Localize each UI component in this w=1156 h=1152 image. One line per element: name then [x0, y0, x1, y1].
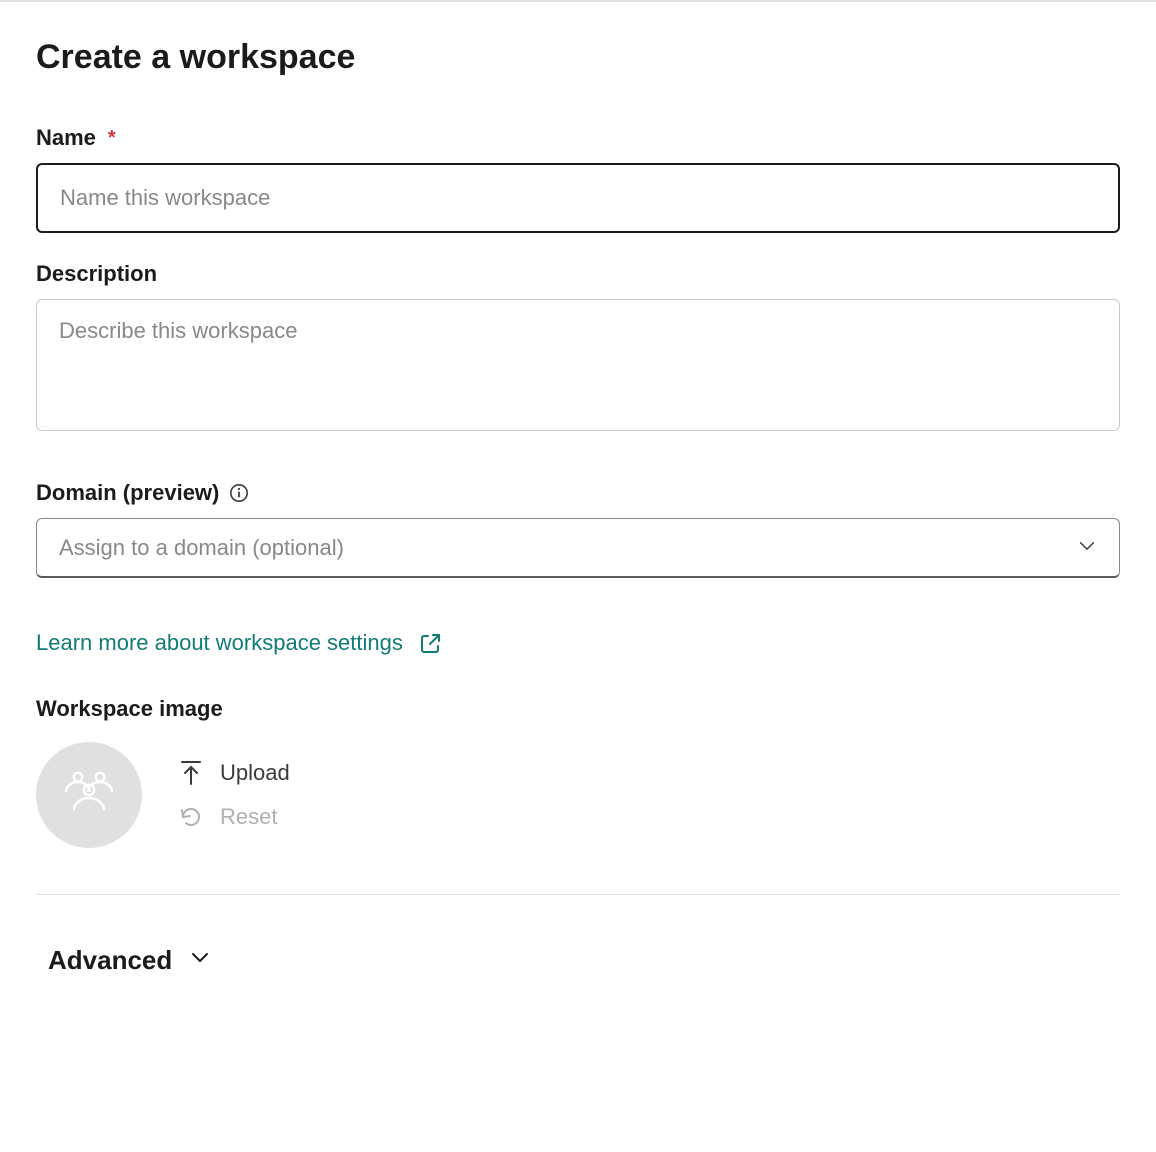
- domain-label-text: Domain (preview): [36, 480, 219, 506]
- learn-more-text: Learn more about workspace settings: [36, 630, 403, 656]
- name-input[interactable]: [36, 163, 1120, 233]
- upload-button[interactable]: Upload: [178, 760, 290, 786]
- reset-button: Reset: [178, 804, 290, 830]
- domain-label: Domain (preview): [36, 480, 1120, 506]
- page-title: Create a workspace: [36, 38, 1120, 77]
- people-icon: [60, 770, 118, 821]
- upload-label: Upload: [220, 760, 290, 786]
- external-link-icon: [419, 631, 443, 655]
- image-actions: Upload Reset: [178, 760, 290, 830]
- description-label-text: Description: [36, 261, 157, 287]
- advanced-label: Advanced: [48, 945, 172, 976]
- learn-more-link[interactable]: Learn more about workspace settings: [36, 630, 443, 656]
- required-indicator: *: [108, 127, 116, 150]
- reset-label: Reset: [220, 804, 277, 830]
- description-input[interactable]: [36, 299, 1120, 431]
- description-field-group: Description: [36, 261, 1120, 436]
- info-icon[interactable]: [229, 483, 249, 503]
- reset-icon: [178, 805, 204, 829]
- name-label-text: Name: [36, 125, 96, 151]
- advanced-toggle[interactable]: Advanced: [42, 941, 218, 980]
- domain-select[interactable]: Assign to a domain (optional): [36, 518, 1120, 578]
- workspace-image-section: Upload Reset: [36, 742, 1120, 848]
- name-label: Name *: [36, 125, 1120, 151]
- domain-placeholder: Assign to a domain (optional): [59, 535, 344, 561]
- description-label: Description: [36, 261, 1120, 287]
- workspace-image-heading: Workspace image: [36, 696, 1120, 722]
- workspace-image-avatar: [36, 742, 142, 848]
- chevron-down-icon: [188, 945, 212, 976]
- upload-icon: [178, 760, 204, 786]
- name-field-group: Name *: [36, 125, 1120, 233]
- domain-field-group: Domain (preview) Assign to a domain (opt…: [36, 480, 1120, 578]
- divider: [36, 894, 1120, 895]
